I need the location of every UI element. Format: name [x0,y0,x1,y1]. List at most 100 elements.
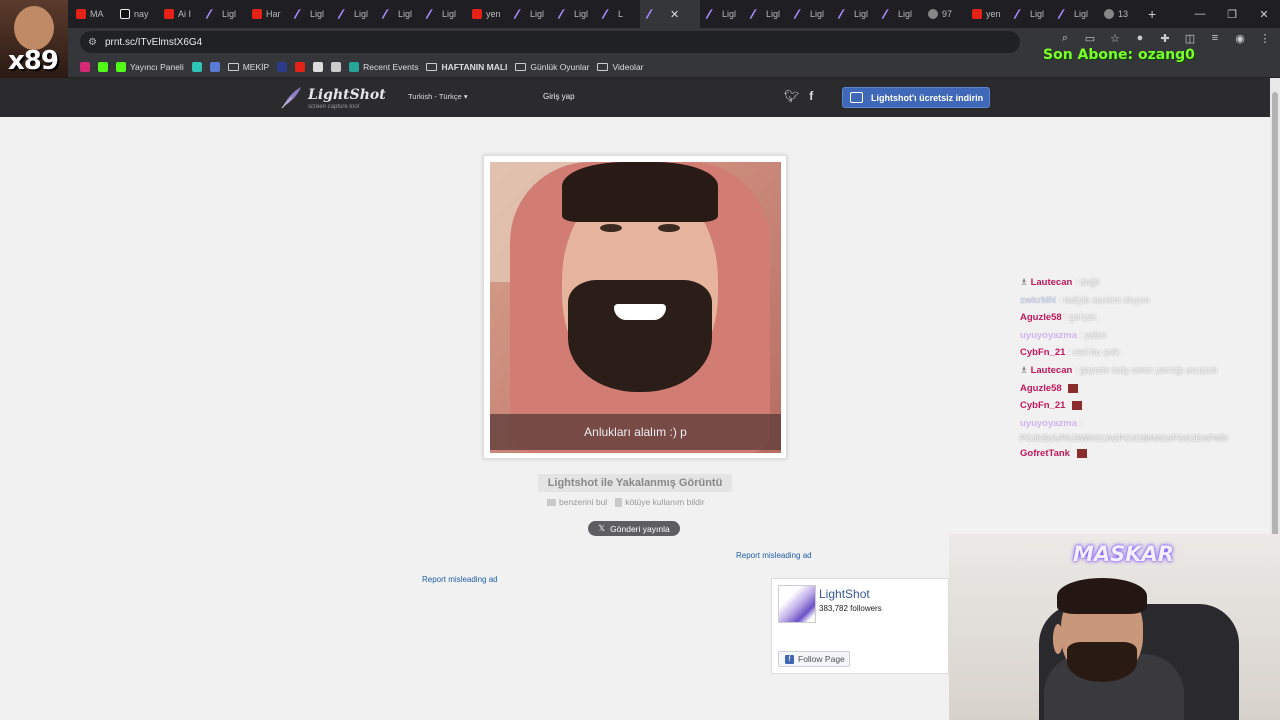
tab-label: yen [486,9,501,19]
bookmark-label: Yayıncı Paneli [130,61,184,72]
youtube-icon [252,9,262,19]
browser-tab[interactable]: Ligl [288,0,332,28]
avatar-face [14,6,54,50]
fb-follow-button[interactable]: f Follow Page [778,651,850,667]
facebook-f-icon: f [785,654,794,664]
fb-page-name[interactable]: LightShot [819,587,870,601]
image-icon [313,61,324,72]
facebook-icon[interactable]: f [809,89,813,103]
bookmark-item[interactable] [98,61,108,72]
bookmark-item[interactable]: MEKİP [227,62,269,72]
openai-icon [331,61,342,72]
browser-tab[interactable]: yen [464,0,508,28]
streamelements-icon [349,61,360,72]
browser-tab[interactable]: Ai I [156,0,200,28]
download-icon [850,92,863,103]
sidebar-icon[interactable]: ◫ [1183,32,1197,45]
lightshot-logo[interactable]: LightShot screen capture tool [280,84,386,112]
browser-tab[interactable]: Ligl [508,0,552,28]
bookmark-item[interactable]: Günlük Oyunlar [515,62,589,72]
bookmark-item[interactable] [277,61,288,72]
tab-close-icon[interactable]: ✕ [670,8,679,21]
lightshot-fb-logo[interactable] [778,585,816,623]
report-misleading-ad-link[interactable]: Report misleading ad [422,575,498,584]
find-similar-link[interactable]: benzerini bul [547,497,607,507]
globe-icon [928,9,938,19]
bookmark-item[interactable]: Yayıncı Paneli [116,61,184,72]
cast-icon[interactable]: ▭ [1083,32,1097,45]
restore-icon[interactable]: ❐ [1216,0,1248,28]
close-window-icon[interactable]: ✕ [1248,0,1280,28]
bookmark-item[interactable]: HAFTANIN MALI [426,62,507,72]
image-eye-right [658,224,680,232]
logo-tagline: screen capture tool [308,104,360,110]
tab-label: nay [134,9,149,19]
browser-tab[interactable]: Ligl [1052,0,1096,28]
browser-tab[interactable]: Ligl [832,0,876,28]
browser-tab[interactable]: Ligl [1008,0,1052,28]
browser-tab[interactable]: Ligl [876,0,920,28]
bookmark-item[interactable]: Videolar [597,62,644,72]
minimize-icon[interactable]: — [1184,0,1216,28]
browser-tab[interactable]: L [596,0,640,28]
download-button[interactable]: Lightshot'ı ücretsiz indirin [842,87,990,108]
address-bar[interactable]: ⚙ prnt.sc/ITvElmstX6G4 [80,31,1020,53]
browser-tab[interactable]: MA [68,0,112,28]
browser-tab[interactable]: Ligl [332,0,376,28]
report-abuse-link[interactable]: kötüye kullanım bildir [615,497,705,507]
bookmark-item[interactable] [313,61,324,72]
browser-tab[interactable]: Ligl [744,0,788,28]
bookmark-item[interactable]: Recent Events [349,61,418,72]
chat-username: Lautecan [1030,364,1073,376]
bookmark-item[interactable] [191,61,202,72]
extensions-puzzle-icon[interactable]: ✚ [1158,32,1172,45]
browser-tab[interactable]: Ligl [552,0,596,28]
youtube-icon [295,61,306,72]
chat-message: CybFn_21 [1020,397,1270,415]
browser-tab[interactable]: Har [244,0,288,28]
extension-icon[interactable]: ● [1133,32,1147,45]
post-to-x-button[interactable]: 𝕏 Gönderi yayınla [588,521,680,536]
bookmark-item[interactable] [80,61,90,72]
media-icon[interactable]: ≡ [1208,32,1222,45]
facebook-page-widget: LightShot 383,782 followers f Follow Pag… [771,578,949,674]
profile-icon[interactable]: ◉ [1233,32,1247,45]
bookmark-item[interactable] [295,61,306,72]
tab-label: Ligl [222,9,237,19]
report-misleading-ad-link[interactable]: Report misleading ad [736,551,812,560]
browser-tab[interactable]: Ligl [376,0,420,28]
report-abuse-label: kötüye kullanım bildir [625,497,705,507]
browser-tab[interactable]: Ligl [200,0,244,28]
language-label: Turkish - Türkçe [408,92,462,101]
browser-tab[interactable]: yen [964,0,1008,28]
zoom-icon[interactable]: ⌕ [1058,32,1072,45]
lightshot-icon [1013,9,1029,19]
chat-text-continuation: POJKSUUPAJ3WKOCAGPOJOSKMOAPGOJOAPWD [1020,433,1228,444]
browser-tab[interactable]: Ligl [700,0,744,28]
bookmark-item[interactable] [209,61,220,72]
browser-tab[interactable]: Ligl [788,0,832,28]
lightshot-header: LightShot screen capture tool [0,78,1270,117]
chat-badge-icon: ♗ [1020,277,1031,287]
login-link[interactable]: Giriş yap [543,92,575,101]
menu-icon[interactable]: ⋮ [1258,32,1272,45]
screenshot-image[interactable]: Anlukları alalım :) p [490,162,781,453]
url-text[interactable]: prnt.sc/ITvElmstX6G4 [105,37,202,48]
bookmark-item[interactable] [331,61,342,72]
browser-tab[interactable]: ✕ [640,0,700,28]
browser-tab[interactable]: 97 [920,0,964,28]
twitter-icon[interactable]: 🐦︎ [784,89,799,103]
new-tab-icon[interactable]: + [1148,6,1156,22]
tab-label: Ai I [178,9,192,19]
site-info-icon[interactable]: ⚙ [88,37,97,48]
browser-tab[interactable]: nay [112,0,156,28]
browser-tab[interactable]: 13 [1096,0,1140,28]
browser-tab[interactable]: Ligl [420,0,464,28]
fb-follow-label: Follow Page [798,654,845,664]
chat-message: ♗ Lautecan : gayette tedy senin yarrağı … [1020,362,1270,380]
chat-text: : gerçek [1064,312,1097,323]
language-select[interactable]: Turkish - Türkçe ▾ [408,92,468,101]
chat-username: GofretTank [1020,448,1070,460]
bookmark-star-icon[interactable]: ☆ [1108,32,1122,45]
chat-username: uyuyoyazma [1020,417,1078,429]
